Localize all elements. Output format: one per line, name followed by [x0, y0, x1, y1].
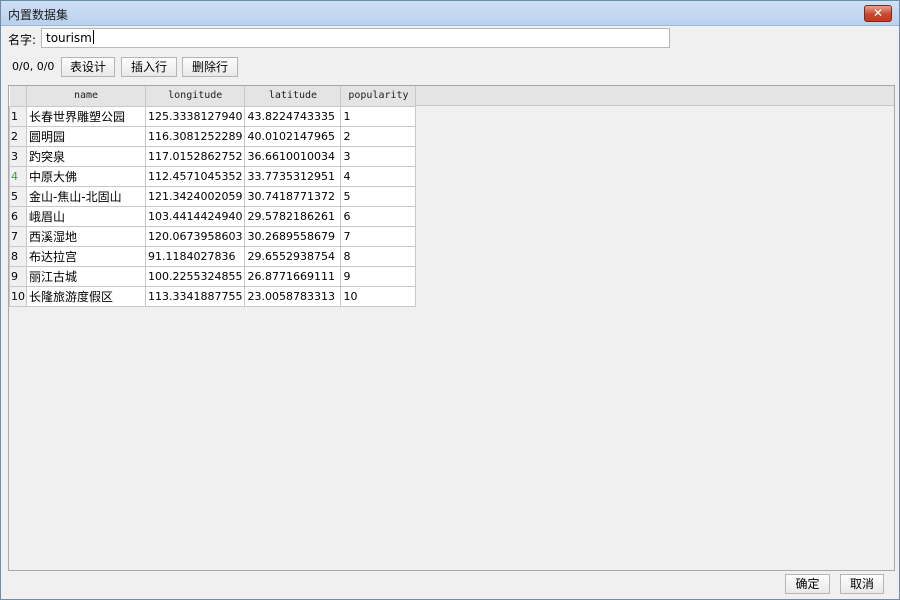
cell-name[interactable]: 丽江古城 [26, 265, 146, 287]
cell-longitude[interactable]: 121.3424002059 [144, 185, 246, 207]
cell-popularity[interactable]: 3 [340, 145, 417, 167]
close-button[interactable]: ✕ [864, 5, 892, 22]
cell-longitude[interactable]: 120.0673958603 [144, 225, 246, 247]
data-table: name longitude latitude popularity 1 长春世界… [9, 86, 417, 307]
cell-longitude[interactable]: 113.3341887755 [144, 285, 246, 307]
cell-popularity[interactable]: 7 [340, 225, 417, 247]
cell-popularity[interactable]: 9 [340, 265, 417, 287]
row-number[interactable]: 2 [9, 125, 27, 147]
cell-latitude[interactable]: 43.8224743335 [244, 105, 342, 127]
ok-button[interactable]: 确定 [785, 574, 830, 594]
cell-popularity[interactable]: 1 [340, 105, 417, 127]
cell-popularity[interactable]: 10 [340, 285, 417, 307]
row-number[interactable]: 4 [9, 165, 27, 187]
table-row: 10 长隆旅游度假区 113.3341887755 23.0058783313 10 [9, 285, 417, 307]
cell-name[interactable]: 西溪湿地 [26, 225, 146, 247]
cell-popularity[interactable]: 5 [340, 185, 417, 207]
table-row: 5 金山-焦山-北固山 121.3424002059 30.7418771372 5 [9, 185, 417, 207]
row-number[interactable]: 9 [9, 265, 27, 287]
cell-latitude[interactable]: 36.6610010034 [244, 145, 342, 167]
delete-row-button[interactable]: 删除行 [182, 57, 238, 77]
cell-popularity[interactable]: 4 [340, 165, 417, 187]
insert-row-button[interactable]: 插入行 [121, 57, 177, 77]
cell-popularity[interactable]: 8 [340, 245, 417, 267]
cell-latitude[interactable]: 29.6552938754 [244, 245, 342, 267]
cell-coordinates: 0/0, 0/0 [12, 60, 55, 73]
row-number[interactable]: 5 [9, 185, 27, 207]
row-number[interactable]: 3 [9, 145, 27, 167]
dataset-dialog: 内置数据集 ✕ 名字: tourism 0/0, 0/0 表设计 插入行 删除行… [0, 0, 900, 600]
row-number[interactable]: 10 [9, 285, 27, 307]
column-header-longitude[interactable]: longitude [145, 86, 246, 107]
name-input-value: tourism [46, 31, 92, 45]
cell-name[interactable]: 峨眉山 [26, 205, 146, 227]
cell-name[interactable]: 圆明园 [26, 125, 146, 147]
cell-popularity[interactable]: 6 [340, 205, 417, 227]
data-grid[interactable]: name longitude latitude popularity 1 长春世界… [8, 85, 895, 571]
row-number[interactable]: 7 [9, 225, 27, 247]
column-header-name[interactable]: name [26, 86, 146, 107]
cell-latitude[interactable]: 33.7735312951 [244, 165, 342, 187]
cell-longitude[interactable]: 112.4571045352 [144, 165, 246, 187]
column-header-popularity[interactable]: popularity [340, 86, 417, 107]
table-row: 3 趵突泉 117.0152862752 36.6610010034 3 [9, 145, 417, 167]
cell-popularity[interactable]: 2 [340, 125, 417, 147]
table-row: 9 丽江古城 100.2255324855 26.8771669111 9 [9, 265, 417, 287]
cell-name[interactable]: 趵突泉 [26, 145, 146, 167]
name-row: 名字: tourism [1, 26, 899, 52]
cell-latitude[interactable]: 30.2689558679 [244, 225, 342, 247]
table-design-button[interactable]: 表设计 [61, 57, 115, 77]
cell-longitude[interactable]: 125.3338127940 [144, 105, 246, 127]
cell-longitude[interactable]: 117.0152862752 [144, 145, 246, 167]
cell-name[interactable]: 长隆旅游度假区 [26, 285, 146, 307]
window-title: 内置数据集 [8, 8, 69, 22]
row-number[interactable]: 6 [9, 205, 27, 227]
header-row: name longitude latitude popularity [9, 86, 417, 107]
column-header-latitude[interactable]: latitude [244, 86, 342, 107]
text-caret [92, 30, 94, 44]
cell-latitude[interactable]: 29.5782186261 [244, 205, 342, 227]
table-row: 2 圆明园 116.3081252289 40.0102147965 2 [9, 125, 417, 147]
table-row: 4 中原大佛 112.4571045352 33.7735312951 4 [9, 165, 417, 187]
table-row: 1 长春世界雕塑公园 125.3338127940 43.8224743335 1 [9, 105, 417, 127]
cell-longitude[interactable]: 103.4414424940 [144, 205, 246, 227]
table-row: 7 西溪湿地 120.0673958603 30.2689558679 7 [9, 225, 417, 247]
cell-name[interactable]: 长春世界雕塑公园 [26, 105, 146, 127]
table-row: 6 峨眉山 103.4414424940 29.5782186261 6 [9, 205, 417, 227]
name-label: 名字: [8, 33, 37, 47]
cell-longitude[interactable]: 116.3081252289 [144, 125, 246, 147]
cell-latitude[interactable]: 26.8771669111 [244, 265, 342, 287]
cell-latitude[interactable]: 40.0102147965 [244, 125, 342, 147]
cell-longitude[interactable]: 100.2255324855 [144, 265, 246, 287]
cell-latitude[interactable]: 30.7418771372 [244, 185, 342, 207]
cancel-button[interactable]: 取消 [840, 574, 884, 594]
toolbar: 0/0, 0/0 表设计 插入行 删除行 [1, 55, 899, 79]
cell-name[interactable]: 金山-焦山-北固山 [26, 185, 146, 207]
row-number[interactable]: 1 [9, 105, 27, 127]
cell-latitude[interactable]: 23.0058783313 [244, 285, 342, 307]
corner-cell[interactable] [9, 86, 27, 107]
cell-name[interactable]: 布达拉宫 [26, 245, 146, 267]
cell-name[interactable]: 中原大佛 [26, 165, 146, 187]
name-input[interactable]: tourism [41, 28, 670, 48]
row-number[interactable]: 8 [9, 245, 27, 267]
table-row: 8 布达拉宫 91.1184027836 29.6552938754 8 [9, 245, 417, 267]
cell-longitude[interactable]: 91.1184027836 [144, 245, 246, 267]
title-bar[interactable]: 内置数据集 ✕ [1, 1, 899, 26]
